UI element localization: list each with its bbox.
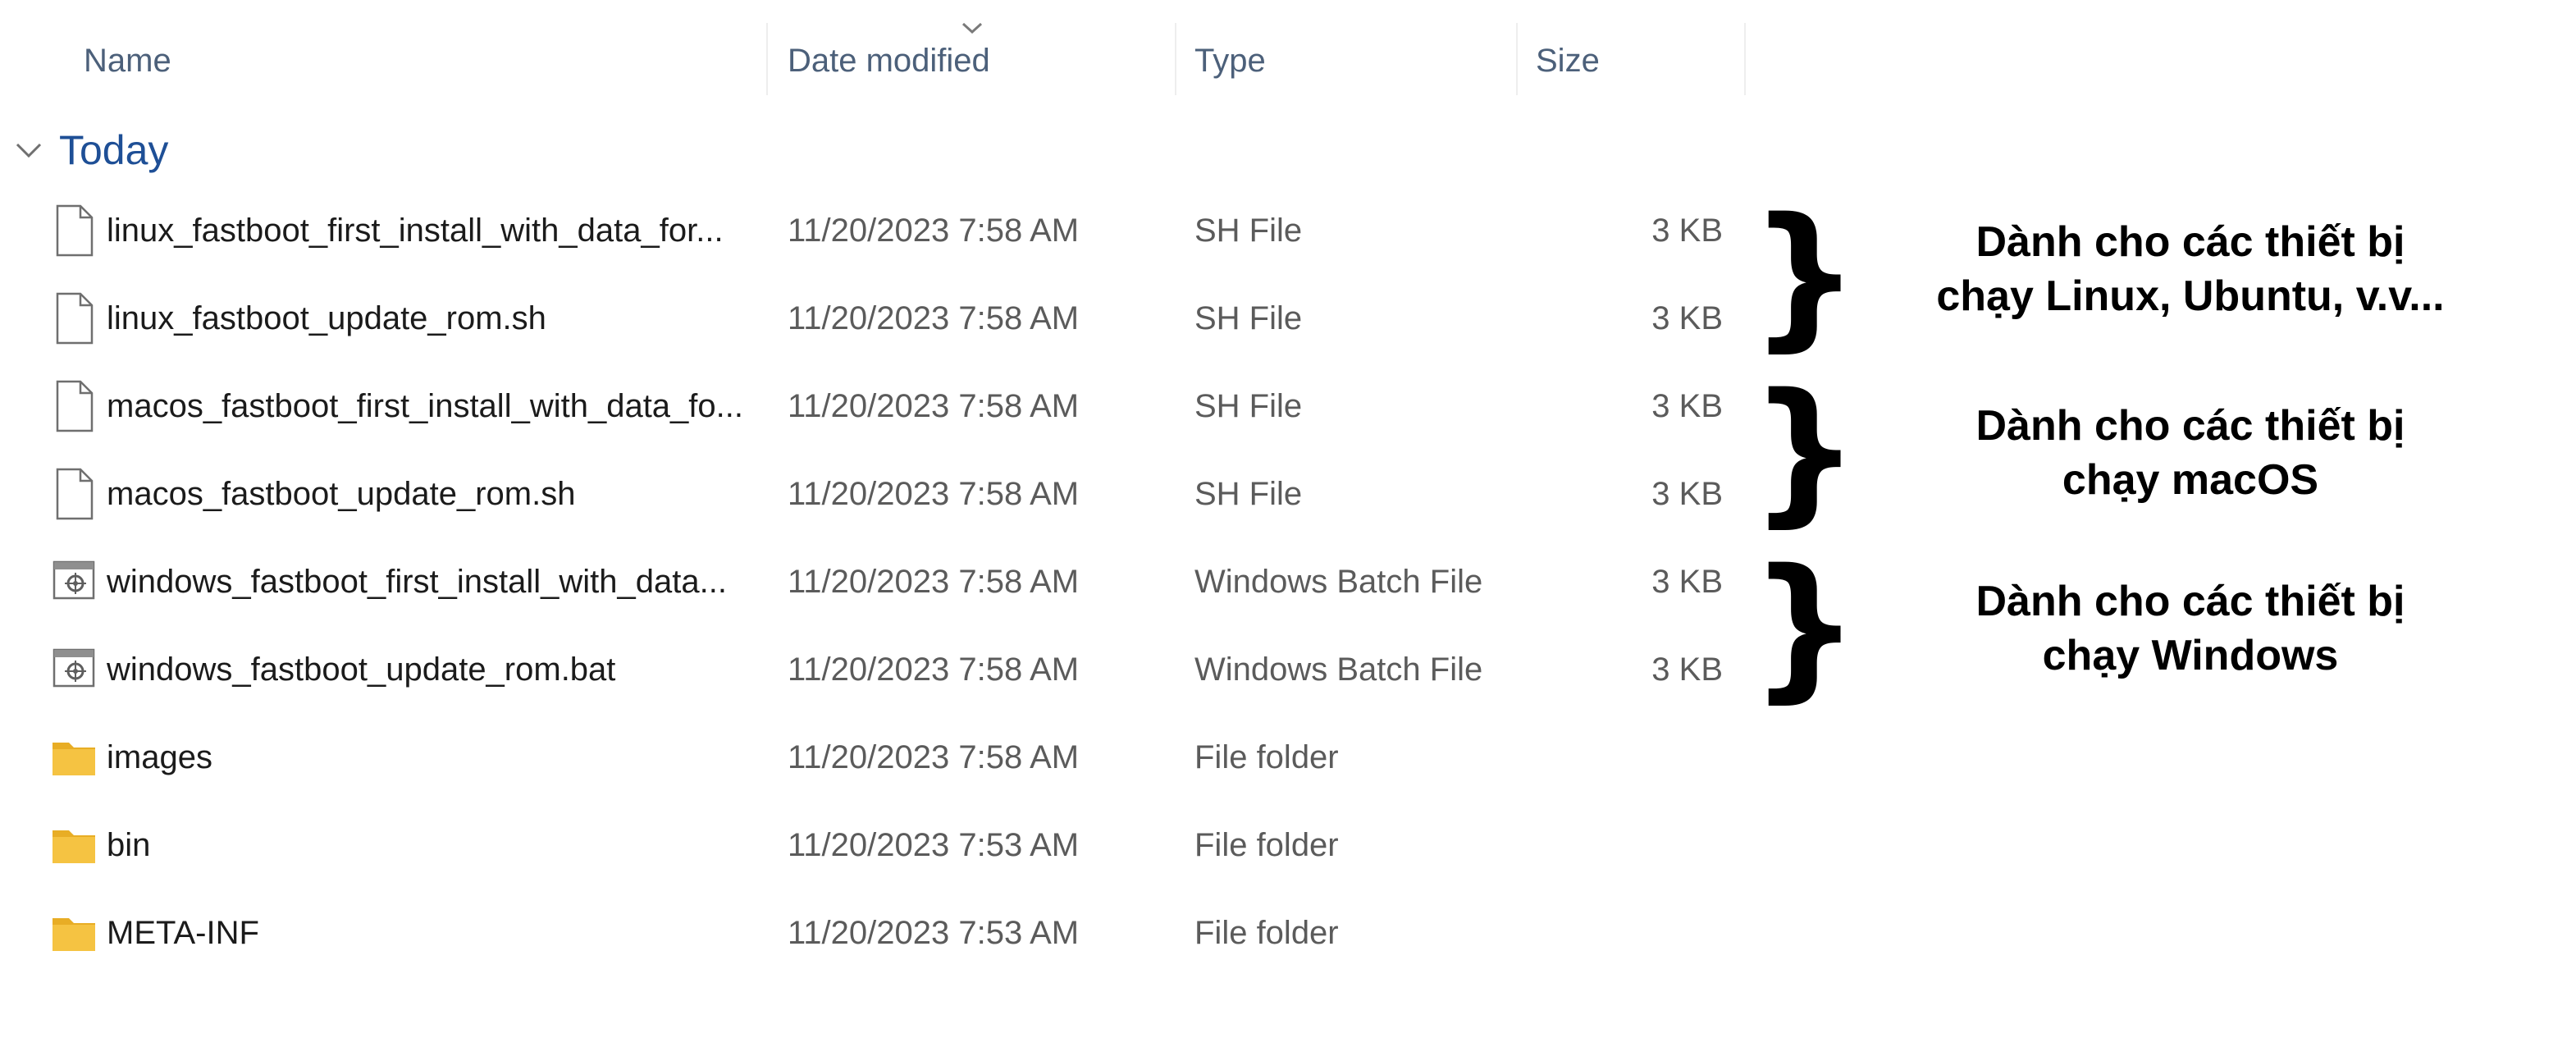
- table-row[interactable]: windows_fastboot_first_install_with_data…: [0, 538, 1747, 625]
- file-date-modified: 11/20/2023 7:53 AM: [788, 915, 1080, 951]
- file-name[interactable]: images: [107, 714, 755, 801]
- table-row[interactable]: images 11/20/2023 7:58 AM File folder: [0, 714, 1747, 801]
- file-size: 3 KB: [1651, 388, 1723, 424]
- annotation-text: Dành cho các thiết bị chạy Windows: [1854, 574, 2527, 683]
- annotation-text: Dành cho các thiết bị chạy macOS: [1854, 399, 2527, 507]
- file-size: [1542, 889, 1723, 976]
- group-title: Today: [59, 127, 169, 173]
- file-type: Windows Batch File: [1194, 564, 1483, 600]
- file-name[interactable]: windows_fastboot_update_rom.bat: [107, 626, 755, 713]
- table-row[interactable]: macos_fastboot_first_install_with_data_f…: [0, 363, 1747, 450]
- annotation-line: Dành cho các thiết bị: [1975, 578, 2405, 625]
- file-type: File folder: [1194, 739, 1339, 775]
- chevron-down-icon: [961, 22, 983, 34]
- group-header-today[interactable]: Today: [13, 121, 168, 179]
- file-type: SH File: [1194, 213, 1303, 249]
- file-type: File folder: [1194, 827, 1339, 863]
- table-row[interactable]: macos_fastboot_update_rom.sh 11/20/2023 7…: [0, 450, 1747, 537]
- file-type: Windows Batch File: [1194, 652, 1483, 688]
- column-header-size[interactable]: Size: [1536, 36, 1600, 85]
- file-size: [1542, 714, 1723, 801]
- column-header-date-modified[interactable]: Date modified: [788, 36, 990, 85]
- document-icon: [51, 204, 97, 257]
- file-type: SH File: [1194, 476, 1303, 512]
- column-header-type[interactable]: Type: [1194, 36, 1266, 85]
- annotation-line: chạy Windows: [2042, 632, 2339, 679]
- document-icon: [51, 292, 97, 345]
- annotation-line: chạy Linux, Ubuntu, v.v...: [1936, 272, 2445, 320]
- file-type: SH File: [1194, 300, 1303, 336]
- annotation-line: chạy macOS: [2062, 456, 2319, 504]
- folder-icon: [51, 907, 97, 959]
- annotation-line: Dành cho các thiết bị: [1975, 218, 2405, 266]
- file-date-modified: 11/20/2023 7:58 AM: [788, 739, 1080, 775]
- file-type: File folder: [1194, 915, 1339, 951]
- table-row[interactable]: linux_fastboot_update_rom.sh 11/20/2023 7…: [0, 275, 1747, 362]
- file-name[interactable]: META-INF: [107, 889, 755, 976]
- file-date-modified: 11/20/2023 7:58 AM: [788, 652, 1080, 688]
- curly-brace: }: [1749, 185, 1861, 366]
- file-size: 3 KB: [1651, 213, 1723, 249]
- curly-brace: }: [1749, 360, 1861, 542]
- file-size: 3 KB: [1651, 300, 1723, 336]
- column-header-bar: Name Date modified Type Size: [0, 0, 1747, 95]
- file-name[interactable]: linux_fastboot_update_rom.sh: [107, 275, 755, 362]
- document-icon: [51, 380, 97, 432]
- file-date-modified: 11/20/2023 7:58 AM: [788, 213, 1080, 249]
- table-row[interactable]: META-INF 11/20/2023 7:53 AM File folder: [0, 889, 1747, 976]
- file-name[interactable]: macos_fastboot_update_rom.sh: [107, 450, 755, 537]
- file-date-modified: 11/20/2023 7:53 AM: [788, 827, 1080, 863]
- file-date-modified: 11/20/2023 7:58 AM: [788, 300, 1080, 336]
- table-row[interactable]: bin 11/20/2023 7:53 AM File folder: [0, 802, 1747, 889]
- column-divider[interactable]: [766, 23, 768, 95]
- file-name[interactable]: linux_fastboot_first_install_with_data_f…: [107, 187, 755, 274]
- file-size: 3 KB: [1651, 652, 1723, 688]
- table-row[interactable]: linux_fastboot_first_install_with_data_f…: [0, 187, 1747, 274]
- table-row[interactable]: windows_fastboot_update_rom.bat 11/20/202…: [0, 626, 1747, 713]
- folder-icon: [51, 731, 97, 784]
- file-name[interactable]: windows_fastboot_first_install_with_data…: [107, 538, 755, 625]
- file-name[interactable]: bin: [107, 802, 755, 889]
- file-size: 3 KB: [1651, 476, 1723, 512]
- column-divider[interactable]: [1516, 23, 1518, 95]
- curly-brace: }: [1749, 536, 1861, 717]
- file-size: [1542, 802, 1723, 889]
- file-type: SH File: [1194, 388, 1303, 424]
- annotation-line: Dành cho các thiết bị: [1975, 402, 2405, 450]
- annotation-text: Dành cho các thiết bị chạy Linux, Ubuntu,…: [1854, 215, 2527, 323]
- chevron-down-icon[interactable]: [13, 135, 44, 166]
- file-date-modified: 11/20/2023 7:58 AM: [788, 564, 1080, 600]
- file-size: 3 KB: [1651, 564, 1723, 600]
- column-divider[interactable]: [1175, 23, 1176, 95]
- column-divider[interactable]: [1744, 23, 1746, 95]
- file-name[interactable]: macos_fastboot_first_install_with_data_f…: [107, 363, 755, 450]
- column-header-name[interactable]: Name: [84, 36, 171, 85]
- file-date-modified: 11/20/2023 7:58 AM: [788, 476, 1080, 512]
- document-icon: [51, 468, 97, 520]
- file-date-modified: 11/20/2023 7:58 AM: [788, 388, 1080, 424]
- batch-file-icon: [51, 556, 97, 608]
- batch-file-icon: [51, 643, 97, 696]
- folder-icon: [51, 819, 97, 871]
